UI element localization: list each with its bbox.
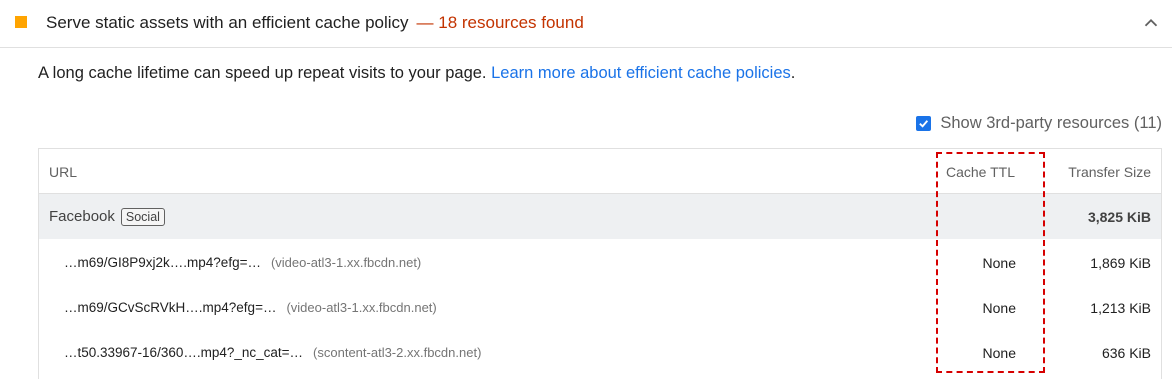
resource-url-cell: …m69/GCvScRVkH….mp4?efg=… (video-atl3-1.… <box>64 285 437 330</box>
chevron-up-icon[interactable] <box>1140 12 1162 34</box>
description-end: . <box>790 64 796 82</box>
audit-header[interactable]: Serve static assets with an efficient ca… <box>0 0 1172 48</box>
entity-name: Facebook <box>49 208 115 225</box>
audit-description: A long cache lifetime can speed up repea… <box>38 64 795 83</box>
resource-transfer-size: 1,869 KiB <box>1090 254 1151 271</box>
audit-title: Serve static assets with an efficient ca… <box>46 13 584 33</box>
description-text: A long cache lifetime can speed up repea… <box>38 64 487 82</box>
resource-url[interactable]: …m69/GCvScRVkH….mp4?efg=… <box>64 300 276 315</box>
resource-url-cell: …t50.33967-16/360….mp4?_nc_cat=… (sconte… <box>64 330 481 375</box>
resource-transfer-size: 1,213 KiB <box>1090 299 1151 316</box>
column-header-url: URL <box>49 163 78 180</box>
resources-found-count: — 18 resources found <box>416 13 584 32</box>
entity-total-size: 3,825 KiB <box>1087 208 1151 225</box>
column-header-transfer-size: Transfer Size <box>1068 163 1151 180</box>
resource-origin: (video-atl3-1.xx.fbcdn.net) <box>286 300 437 315</box>
third-party-filter[interactable]: Show 3rd-party resources (11) <box>916 114 1162 133</box>
learn-more-link[interactable]: Learn more about efficient cache policie… <box>491 64 791 82</box>
resource-origin: (scontent-atl3-2.xx.fbcdn.net) <box>313 345 482 360</box>
third-party-label: Show 3rd-party resources (11) <box>940 114 1162 132</box>
entity-category-badge: Social <box>120 207 165 226</box>
resource-url-cell: …m69/GI8P9xj2k….mp4?efg=… (video-atl3-1.… <box>64 240 421 285</box>
resource-transfer-size: 636 KiB <box>1101 344 1151 361</box>
resource-url[interactable]: …t50.33967-16/360….mp4?_nc_cat=… <box>64 345 303 360</box>
resource-origin: (video-atl3-1.xx.fbcdn.net) <box>270 255 422 270</box>
warning-square-icon <box>15 16 27 28</box>
audit-title-text: Serve static assets with an efficient ca… <box>46 13 409 32</box>
resource-url[interactable]: …m69/GI8P9xj2k….mp4?efg=… <box>64 255 261 270</box>
entity-cell: Facebook Social <box>49 194 165 239</box>
checkbox-checked-icon[interactable] <box>916 116 932 131</box>
cache-ttl-highlight-box <box>936 152 1045 373</box>
